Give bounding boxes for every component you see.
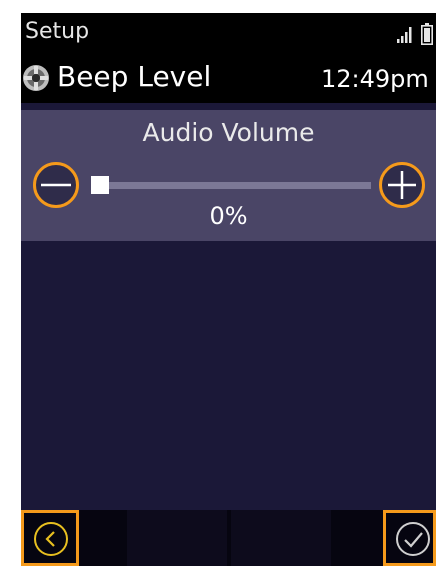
header-bar: Beep Level 12:49pm <box>21 53 436 103</box>
back-button[interactable] <box>21 510 79 566</box>
volume-panel: Audio Volume 0% <box>21 110 436 241</box>
signal-bars-icon <box>397 27 412 43</box>
device-screen: Setup Beep Level 12:49pm Audio Volume 0% <box>21 13 436 566</box>
volume-value: 0% <box>209 202 248 230</box>
status-bar: Setup <box>21 13 436 53</box>
app-title: Setup <box>25 19 90 44</box>
softkey-slot <box>127 510 227 566</box>
confirm-button[interactable] <box>383 510 436 566</box>
battery-icon <box>421 23 433 45</box>
screen-title: Beep Level <box>57 60 212 93</box>
clock: 12:49pm <box>321 65 429 93</box>
volume-slider-thumb[interactable] <box>91 176 109 194</box>
checkmark-icon <box>396 522 430 556</box>
volume-label: Audio Volume <box>142 118 315 147</box>
chevron-left-icon <box>34 522 68 556</box>
softkey-bar <box>21 510 436 566</box>
softkey-slot <box>231 510 331 566</box>
volume-slider-track[interactable] <box>91 182 371 189</box>
settings-gear-icon <box>23 65 49 91</box>
